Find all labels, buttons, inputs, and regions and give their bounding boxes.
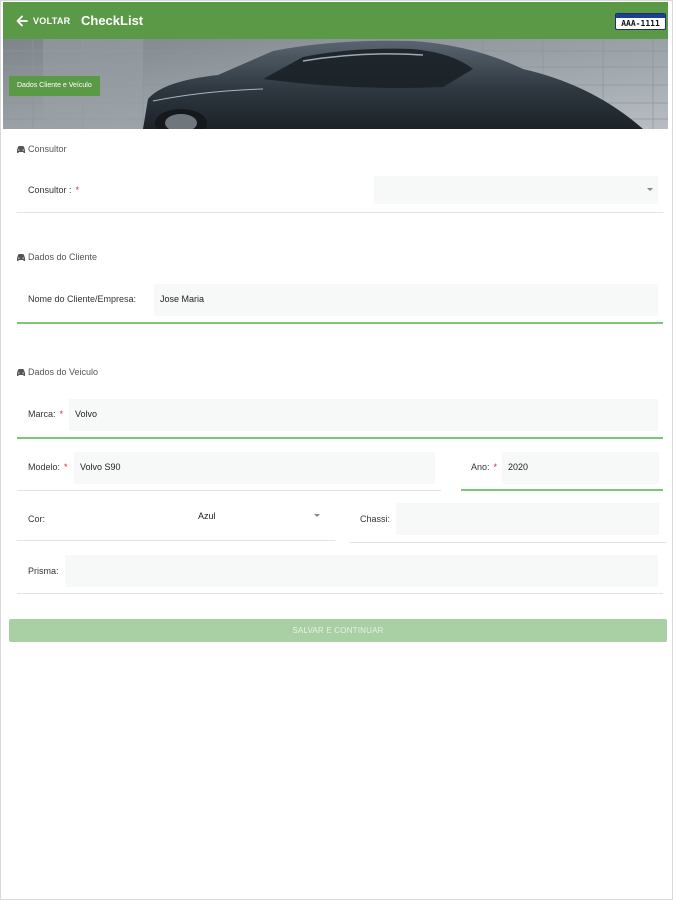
car-icon <box>17 368 25 376</box>
arrow-left-icon <box>16 15 28 27</box>
cor-label: Cor: <box>28 514 46 524</box>
car-banner-image <box>3 39 668 129</box>
prisma-label: Prisma: <box>28 566 59 576</box>
section-cliente: Dados do Cliente <box>16 252 97 262</box>
cliente-nome-label: Nome do Cliente/Empresa: <box>28 294 137 304</box>
marca-row: Marca: * Volvo <box>17 395 663 439</box>
section-consultor-label: Consultor <box>28 144 67 154</box>
save-continue-button[interactable]: SALVAR E CONTINUAR <box>9 619 667 642</box>
cor-row: Cor: Azul <box>17 500 335 541</box>
car-icon <box>17 145 25 153</box>
page-title: CheckList <box>81 13 144 28</box>
marca-label: Marca: * <box>28 409 64 419</box>
caret-down-icon <box>647 188 653 191</box>
back-button[interactable]: VOLTAR <box>15 12 70 30</box>
required-marker: * <box>64 462 68 472</box>
chassi-label: Chassi: <box>360 514 391 524</box>
top-app-bar: VOLTAR CheckList AAA-1111 <box>3 2 668 39</box>
marca-input[interactable]: Volvo <box>69 399 658 431</box>
cliente-nome-input[interactable]: Jose Maria <box>154 284 658 316</box>
chassi-input[interactable] <box>396 503 659 535</box>
modelo-row: Modelo: * Volvo S90 <box>17 448 441 491</box>
section-veiculo: Dados do Veiculo <box>16 367 98 377</box>
section-veiculo-label: Dados do Veiculo <box>28 367 99 377</box>
chassi-row: Chassi: <box>350 500 666 543</box>
consultor-row: Consultor : * <box>17 170 663 213</box>
prisma-row: Prisma: <box>17 553 663 594</box>
caret-down-icon <box>314 514 320 517</box>
section-chip[interactable]: Dados Cliente e Veículo <box>9 76 100 96</box>
section-consultor: Consultor <box>16 144 67 154</box>
plate-text: AAA-1111 <box>621 19 660 28</box>
modelo-input[interactable]: Volvo S90 <box>74 452 435 484</box>
hero-banner: Dados Cliente e Veículo <box>3 39 668 129</box>
required-marker: * <box>493 462 498 472</box>
section-cliente-label: Dados do Cliente <box>28 252 98 262</box>
back-label: VOLTAR <box>33 16 71 26</box>
consultor-label: Consultor : * <box>28 185 80 195</box>
modelo-label: Modelo: * <box>28 462 68 472</box>
ano-row: Ano: * 2020 <box>461 448 663 491</box>
license-plate-badge: AAA-1111 <box>615 13 666 30</box>
prisma-input[interactable] <box>65 555 658 587</box>
cor-select[interactable]: Azul <box>192 502 328 532</box>
cliente-nome-row: Nome do Cliente/Empresa: Jose Maria <box>17 280 663 324</box>
ano-input[interactable]: 2020 <box>502 452 659 484</box>
consultor-select[interactable] <box>374 176 658 204</box>
required-marker: * <box>75 185 80 195</box>
car-icon <box>17 253 25 261</box>
ano-label: Ano: * <box>471 462 498 472</box>
required-marker: * <box>59 409 64 419</box>
